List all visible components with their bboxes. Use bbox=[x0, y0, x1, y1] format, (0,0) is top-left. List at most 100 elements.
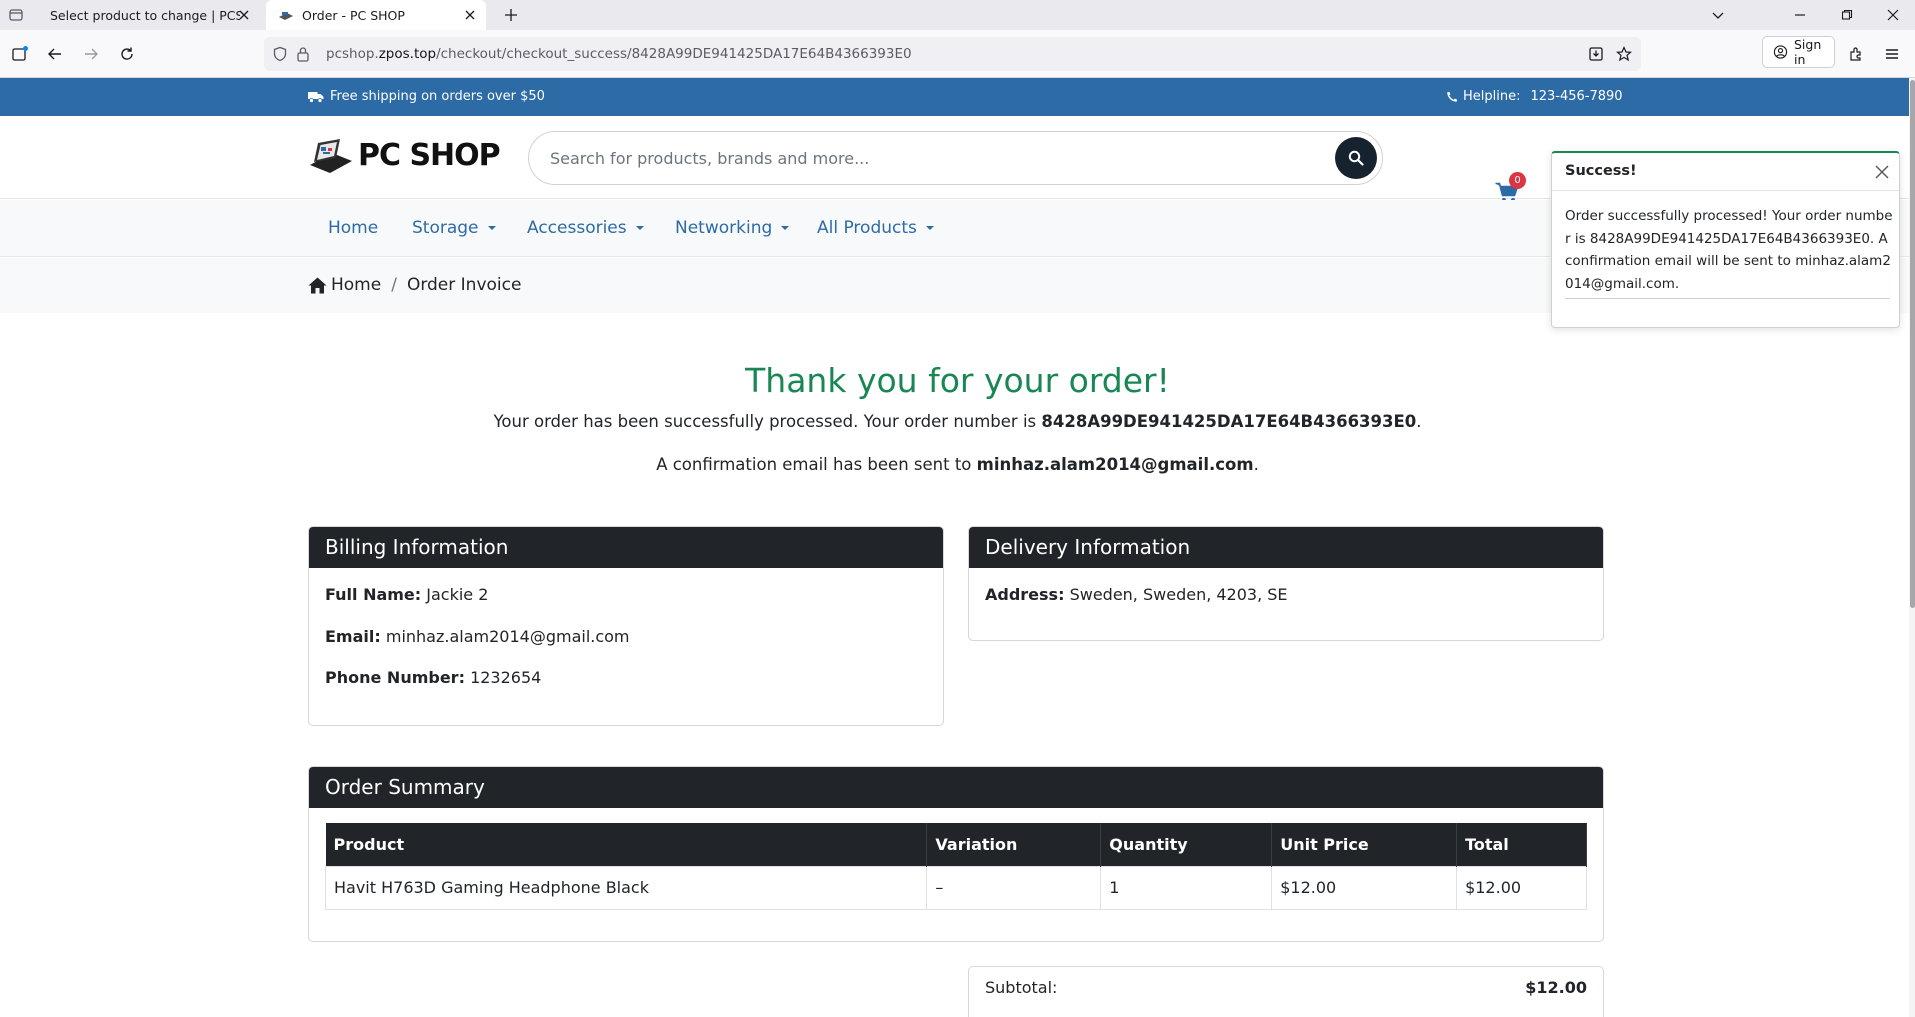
sign-in-button[interactable]: Sign in bbox=[1762, 36, 1835, 68]
menu-home-label: Home bbox=[328, 218, 379, 238]
url-domain: pcshop. bbox=[326, 46, 379, 62]
menu-home[interactable]: Home bbox=[328, 218, 378, 238]
page-title: Thank you for your order! bbox=[745, 361, 1170, 400]
logo-text: PC SHOP bbox=[358, 138, 501, 173]
site-logo[interactable]: PC SHOP bbox=[308, 138, 501, 173]
cell-unit-price: $12.00 bbox=[1271, 865, 1458, 910]
url-text[interactable]: pcshop.zpos.top/checkout/checkout_succes… bbox=[326, 46, 912, 62]
order-summary-title: Order Summary bbox=[309, 767, 1603, 808]
tab-admin[interactable]: Select product to change | PCSHOP bbox=[38, 0, 260, 30]
close-tab-icon[interactable] bbox=[236, 7, 252, 23]
address-value: Sweden, Sweden, 4203, SE bbox=[1069, 585, 1288, 604]
menu-all-products[interactable]: All Products bbox=[817, 218, 934, 238]
minimize-icon[interactable] bbox=[1790, 5, 1810, 25]
order-totals-card: Subtotal: $12.00 bbox=[968, 966, 1604, 1017]
caret-down-icon bbox=[925, 226, 934, 230]
tab-list-icon[interactable] bbox=[6, 5, 26, 25]
account-icon bbox=[1773, 45, 1788, 59]
phone-label: Phone Number: bbox=[325, 668, 465, 687]
breadcrumb-home[interactable]: Home bbox=[331, 275, 381, 295]
address-label: Address: bbox=[985, 585, 1065, 604]
success-toast: Success! Order successfully processed! Y… bbox=[1551, 151, 1900, 328]
column-header-total: Total bbox=[1456, 823, 1587, 866]
bookmark-star-icon[interactable] bbox=[1614, 44, 1634, 64]
laptop-logo-icon bbox=[310, 138, 352, 173]
confirm-text: A confirmation email has been sent to bbox=[656, 455, 977, 474]
forward-icon[interactable] bbox=[81, 44, 101, 64]
url-bar[interactable]: pcshop.zpos.top/checkout/checkout_succes… bbox=[264, 37, 1641, 71]
breadcrumb-current: Order Invoice bbox=[406, 275, 522, 295]
page-scrollbar[interactable] bbox=[1909, 78, 1915, 1017]
search-bar[interactable]: Search for products, brands and more... bbox=[528, 131, 1383, 185]
billing-full-name: Full Name: Jackie 2 bbox=[325, 585, 488, 604]
processed-period: . bbox=[1416, 412, 1422, 431]
confirmation-email: minhaz.alam2014@gmail.com bbox=[976, 455, 1254, 474]
column-header-quantity: Quantity bbox=[1100, 823, 1273, 866]
delivery-title: Delivery Information bbox=[969, 527, 1603, 568]
delivery-card: Delivery Information Address: Sweden, Sw… bbox=[968, 526, 1604, 641]
extensions-icon[interactable] bbox=[1846, 44, 1866, 64]
sidebar-icon[interactable] bbox=[10, 44, 30, 64]
url-host: zpos.top bbox=[378, 46, 437, 62]
menu-storage-label: Storage bbox=[412, 218, 479, 238]
promo-topbar: Free shipping on orders over $50 Helplin… bbox=[0, 78, 1915, 116]
cart-count-badge: 0 bbox=[1509, 172, 1526, 189]
browser-tabbar: Select product to change | PCSHOP Order … bbox=[0, 0, 1915, 30]
truck-icon bbox=[308, 92, 324, 103]
menu-networking[interactable]: Networking bbox=[675, 218, 790, 238]
delivery-address: Address: Sweden, Sweden, 4203, SE bbox=[985, 585, 1288, 604]
close-tab-icon[interactable] bbox=[462, 7, 478, 23]
subtotal-label: Subtotal: bbox=[985, 978, 1058, 997]
restore-icon[interactable] bbox=[1837, 5, 1857, 25]
cell-product: Havit H763D Gaming Headphone Black bbox=[324, 865, 928, 910]
new-tab-icon[interactable] bbox=[501, 5, 521, 25]
table-row: Havit H763D Gaming Headphone Black – 1 $… bbox=[324, 865, 1587, 910]
toast-header: Success! bbox=[1552, 153, 1899, 191]
tab-admin-title: Select product to change | PCSHOP bbox=[50, 7, 240, 23]
menu-all-products-label: All Products bbox=[817, 218, 917, 238]
lock-icon[interactable] bbox=[293, 44, 313, 64]
search-button[interactable] bbox=[1335, 137, 1377, 179]
helpline-label: Helpline: bbox=[1463, 89, 1521, 104]
browser-navbar: pcshop.zpos.top/checkout/checkout_succes… bbox=[0, 30, 1915, 78]
column-header-variation: Variation bbox=[926, 823, 1102, 866]
close-icon[interactable] bbox=[1873, 163, 1891, 181]
order-items-table: Product Variation Quantity Unit Price To… bbox=[324, 823, 1587, 910]
helpline: Helpline: 123-456-7890 bbox=[1446, 89, 1623, 104]
free-shipping-text: Free shipping on orders over $50 bbox=[330, 89, 545, 104]
phone-value: 1232654 bbox=[470, 668, 542, 687]
full-name-label: Full Name: bbox=[325, 585, 422, 604]
list-all-tabs-icon[interactable] bbox=[1708, 5, 1728, 25]
reload-icon[interactable] bbox=[117, 44, 137, 64]
tab-order-title: Order - PC SHOP bbox=[302, 7, 405, 23]
search-icon bbox=[1348, 150, 1364, 166]
back-icon[interactable] bbox=[45, 44, 65, 64]
helpline-number[interactable]: 123-456-7890 bbox=[1530, 89, 1622, 104]
close-window-icon[interactable] bbox=[1883, 5, 1903, 25]
free-shipping-notice: Free shipping on orders over $50 bbox=[308, 89, 545, 104]
order-summary-card: Order Summary Product Variation Quantity… bbox=[308, 766, 1604, 942]
email-value: minhaz.alam2014@gmail.com bbox=[385, 627, 630, 646]
menu-storage[interactable]: Storage bbox=[412, 218, 496, 238]
caret-down-icon bbox=[487, 226, 496, 230]
tab-order[interactable]: Order - PC SHOP bbox=[266, 0, 486, 30]
confirm-period: . bbox=[1253, 455, 1259, 474]
save-to-pocket-icon[interactable] bbox=[1586, 44, 1606, 64]
table-header-row: Product Variation Quantity Unit Price To… bbox=[325, 823, 1587, 866]
processed-text: Your order has been successfully process… bbox=[493, 412, 1042, 431]
menu-accessories[interactable]: Accessories bbox=[527, 218, 644, 238]
toast-title: Success! bbox=[1565, 163, 1637, 179]
app-menu-icon[interactable] bbox=[1882, 44, 1902, 64]
scrollbar-thumb[interactable] bbox=[1910, 80, 1915, 608]
tracking-shield-icon[interactable] bbox=[270, 44, 290, 64]
breadcrumb-trail: Home / Order Invoice bbox=[308, 275, 521, 295]
cell-variation: – bbox=[926, 865, 1102, 910]
billing-title: Billing Information bbox=[309, 527, 943, 568]
menu-accessories-label: Accessories bbox=[527, 218, 627, 238]
caret-down-icon bbox=[635, 226, 644, 230]
column-header-product: Product bbox=[325, 823, 928, 866]
pcshop-favicon-icon bbox=[278, 7, 294, 23]
search-placeholder[interactable]: Search for products, brands and more... bbox=[550, 149, 869, 168]
page-viewport: Free shipping on orders over $50 Helplin… bbox=[0, 78, 1915, 1017]
column-header-unit-price: Unit Price bbox=[1271, 823, 1458, 866]
